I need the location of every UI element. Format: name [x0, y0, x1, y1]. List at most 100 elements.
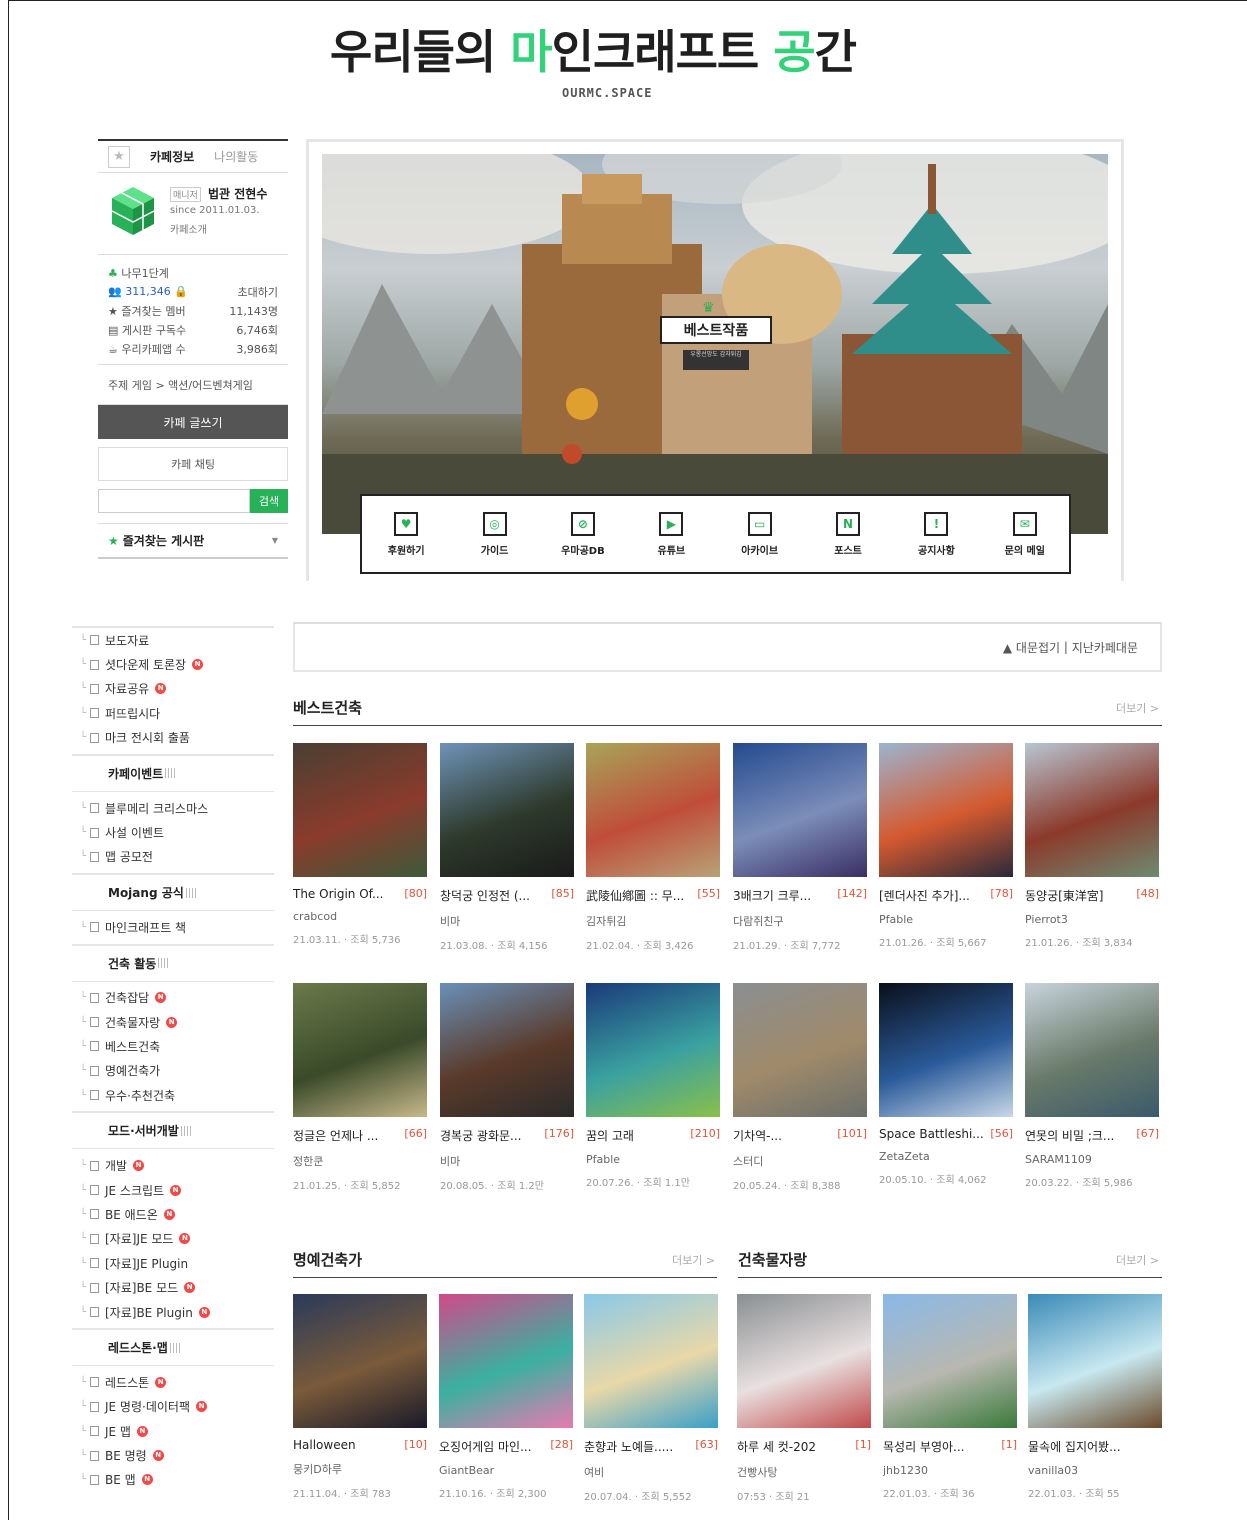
- article-card[interactable]: 창덕궁 인정전 (... [85] 비마 21.03.08. · 조회 4,156: [440, 743, 574, 952]
- article-card[interactable]: 경복궁 광화문... [176] 비마 20.08.05. · 조회 1.2만: [440, 983, 574, 1192]
- board-menu-item[interactable]: └ 개발 N: [72, 1153, 274, 1177]
- cafe-logo[interactable]: 우리들의 마인크래프트 공간: [330, 22, 890, 82]
- board-group-title[interactable]: 건축 활동: [72, 943, 274, 982]
- quick-link-mail[interactable]: ✉ 문의 메일: [985, 511, 1065, 557]
- board-menu-item[interactable]: └ 사설 이벤트: [72, 820, 274, 844]
- proud-section-title[interactable]: 건축물자랑: [738, 1249, 807, 1270]
- favorite-boards-toggle[interactable]: ★ 즐겨찾는 게시판 ▼: [98, 523, 288, 559]
- quick-link-youtube[interactable]: ▶ 유튜브: [631, 511, 711, 557]
- board-menu-item[interactable]: └ 셧다운제 토론장 N: [72, 652, 274, 676]
- board-menu-item[interactable]: └ [자료]BE Plugin N: [72, 1300, 274, 1324]
- article-thumbnail[interactable]: [737, 1294, 871, 1428]
- article-card[interactable]: 기차역-... [101] 스터디 20.05.24. · 조회 8,388: [733, 983, 867, 1192]
- hero-banner[interactable]: [322, 154, 1108, 534]
- cafe-chat-button[interactable]: 카페 채팅: [98, 447, 288, 481]
- article-thumbnail[interactable]: [293, 1294, 427, 1428]
- tab-my-activity[interactable]: 나의활동: [214, 148, 258, 165]
- article-author[interactable]: GiantBear: [439, 1464, 573, 1477]
- quick-link-db[interactable]: ⊘ 우마공DB: [543, 511, 623, 557]
- board-menu-item[interactable]: └ 우수·추천건축: [72, 1083, 274, 1107]
- cafe-topic[interactable]: 주제 게임 > 액션/어드벤쳐게임: [98, 365, 288, 405]
- article-author[interactable]: SARAM1109: [1025, 1153, 1159, 1166]
- board-menu-item[interactable]: └ [자료]BE 모드 N: [72, 1275, 274, 1299]
- star-icon[interactable]: ★: [108, 145, 130, 168]
- article-title[interactable]: 춘향과 노예들..... [63]: [584, 1438, 718, 1455]
- article-author[interactable]: 김자튀김: [586, 913, 720, 929]
- past-front-link[interactable]: 지난카페대문: [1072, 639, 1138, 656]
- board-group-title[interactable]: Mojang 공식: [72, 873, 274, 912]
- quick-link-post[interactable]: N 포스트: [808, 511, 888, 557]
- article-card[interactable]: 물속에 집지어봤... vanilla03 22.01.03. · 조회 55: [1028, 1294, 1162, 1500]
- cafe-write-button[interactable]: 카페 글쓰기: [98, 405, 288, 439]
- proud-more-link[interactable]: 더보기 >: [1116, 1252, 1159, 1268]
- article-author[interactable]: 다람쥐친구: [733, 913, 867, 929]
- article-title[interactable]: The Origin Of... [80]: [293, 887, 427, 901]
- board-menu-item[interactable]: └ [자료]JE 모드 N: [72, 1227, 274, 1251]
- article-author[interactable]: crabcod: [293, 910, 427, 923]
- board-menu-item[interactable]: └ 베스트건축: [72, 1034, 274, 1058]
- article-title[interactable]: 꿈의 고래 [210]: [586, 1127, 720, 1144]
- board-menu-item[interactable]: └ JE 스크립트 N: [72, 1178, 274, 1202]
- article-title[interactable]: 경복궁 광화문... [176]: [440, 1127, 574, 1144]
- article-author[interactable]: 스터디: [733, 1153, 867, 1169]
- board-group-title[interactable]: 모드·서버개발: [72, 1111, 274, 1150]
- article-title[interactable]: 기차역-... [101]: [733, 1127, 867, 1144]
- article-card[interactable]: 하루 세 컷-202 [1] 건빵사탕 07:53 · 조회 21: [737, 1294, 871, 1503]
- article-card[interactable]: [렌더사진 추가]... [78] Pfable 21.01.26. · 조회 5,6…: [879, 743, 1013, 949]
- board-menu-item[interactable]: └ 레드스톤 N: [72, 1370, 274, 1394]
- article-thumbnail[interactable]: [584, 1294, 718, 1428]
- board-menu-item[interactable]: └ 건축잡담 N: [72, 986, 274, 1010]
- board-menu-item[interactable]: └ 마인크래프트 책: [72, 915, 274, 939]
- tab-cafe-info[interactable]: 카페정보: [150, 148, 194, 165]
- article-thumbnail[interactable]: [586, 743, 720, 877]
- article-author[interactable]: 건빵사탕: [737, 1464, 871, 1480]
- article-author[interactable]: Pierrot3: [1025, 913, 1159, 926]
- article-card[interactable]: 꿈의 고래 [210] Pfable 20.07.26. · 조회 1.1만: [586, 983, 720, 1189]
- article-author[interactable]: ZetaZeta: [879, 1150, 1013, 1163]
- board-menu-item[interactable]: └ 건축물자랑 N: [72, 1010, 274, 1034]
- article-title[interactable]: 하루 세 컷-202 [1]: [737, 1438, 871, 1455]
- article-thumbnail[interactable]: [1025, 983, 1159, 1117]
- article-thumbnail[interactable]: [1025, 743, 1159, 877]
- article-card[interactable]: The Origin Of... [80] crabcod 21.03.11. · 조…: [293, 743, 427, 946]
- board-menu-item[interactable]: └ [자료]JE Plugin: [72, 1251, 274, 1275]
- board-menu-item[interactable]: └ 퍼뜨립시다: [72, 701, 274, 725]
- article-title[interactable]: [렌더사진 추가]... [78]: [879, 887, 1013, 904]
- article-title[interactable]: 연못의 비밀 ;크... [67]: [1025, 1127, 1159, 1144]
- article-thumbnail[interactable]: [439, 1294, 573, 1428]
- quick-link-notice[interactable]: ! 공지사항: [896, 511, 976, 557]
- article-thumbnail[interactable]: [733, 983, 867, 1117]
- best-section-title[interactable]: 베스트건축: [293, 697, 362, 718]
- cafe-intro-link[interactable]: 카페소개: [170, 221, 207, 236]
- article-thumbnail[interactable]: [879, 743, 1013, 877]
- article-author[interactable]: 여비: [584, 1464, 718, 1480]
- board-menu-item[interactable]: └ BE 애드온 N: [72, 1202, 274, 1226]
- article-card[interactable]: 동양궁[東洋宮] [48] Pierrot3 21.01.26. · 조회 3,834: [1025, 743, 1159, 949]
- quick-link-guide[interactable]: ◎ 가이드: [455, 511, 535, 557]
- article-title[interactable]: 정글은 언제나 ... [66]: [293, 1127, 427, 1144]
- article-title[interactable]: 동양궁[東洋宮] [48]: [1025, 887, 1159, 904]
- article-card[interactable]: 오징어게임 마인... [28] GiantBear 21.10.16. · 조회 2…: [439, 1294, 573, 1500]
- board-menu-item[interactable]: └ 명예건축가: [72, 1059, 274, 1083]
- article-title[interactable]: Halloween [10]: [293, 1438, 427, 1452]
- article-author[interactable]: 뭉키D하루: [293, 1461, 427, 1477]
- honor-more-link[interactable]: 더보기 >: [672, 1252, 715, 1268]
- article-author[interactable]: Pfable: [879, 913, 1013, 926]
- member-count[interactable]: 👥 311,346 🔒: [108, 285, 188, 298]
- article-title[interactable]: Space Battleshi... [56]: [879, 1127, 1013, 1141]
- best-more-link[interactable]: 더보기 >: [1116, 700, 1159, 716]
- article-thumbnail[interactable]: [293, 743, 427, 877]
- article-card[interactable]: 목성리 부영아... [1] jhb1230 22.01.03. · 조회 36: [883, 1294, 1017, 1500]
- board-menu-item[interactable]: └ JE 맵N: [72, 1419, 274, 1443]
- article-card[interactable]: Space Battleshi... [56] ZetaZeta 20.05.10. …: [879, 983, 1013, 1186]
- article-card[interactable]: 춘향과 노예들..... [63] 여비 20.07.04. · 조회 5,552: [584, 1294, 718, 1503]
- article-thumbnail[interactable]: [440, 983, 574, 1117]
- article-author[interactable]: Pfable: [586, 1153, 720, 1166]
- article-thumbnail[interactable]: [883, 1294, 1017, 1428]
- article-card[interactable]: 연못의 비밀 ;크... [67] SARAM1109 20.03.22. · 조회 …: [1025, 983, 1159, 1189]
- article-title[interactable]: 武陵仙鄕圖 :: 무... [55]: [586, 887, 720, 904]
- quick-link-donate[interactable]: ♥ 후원하기: [366, 511, 446, 557]
- article-author[interactable]: 비마: [440, 1153, 574, 1169]
- article-thumbnail[interactable]: [879, 983, 1013, 1117]
- board-group-title[interactable]: 카페이벤트: [72, 753, 274, 792]
